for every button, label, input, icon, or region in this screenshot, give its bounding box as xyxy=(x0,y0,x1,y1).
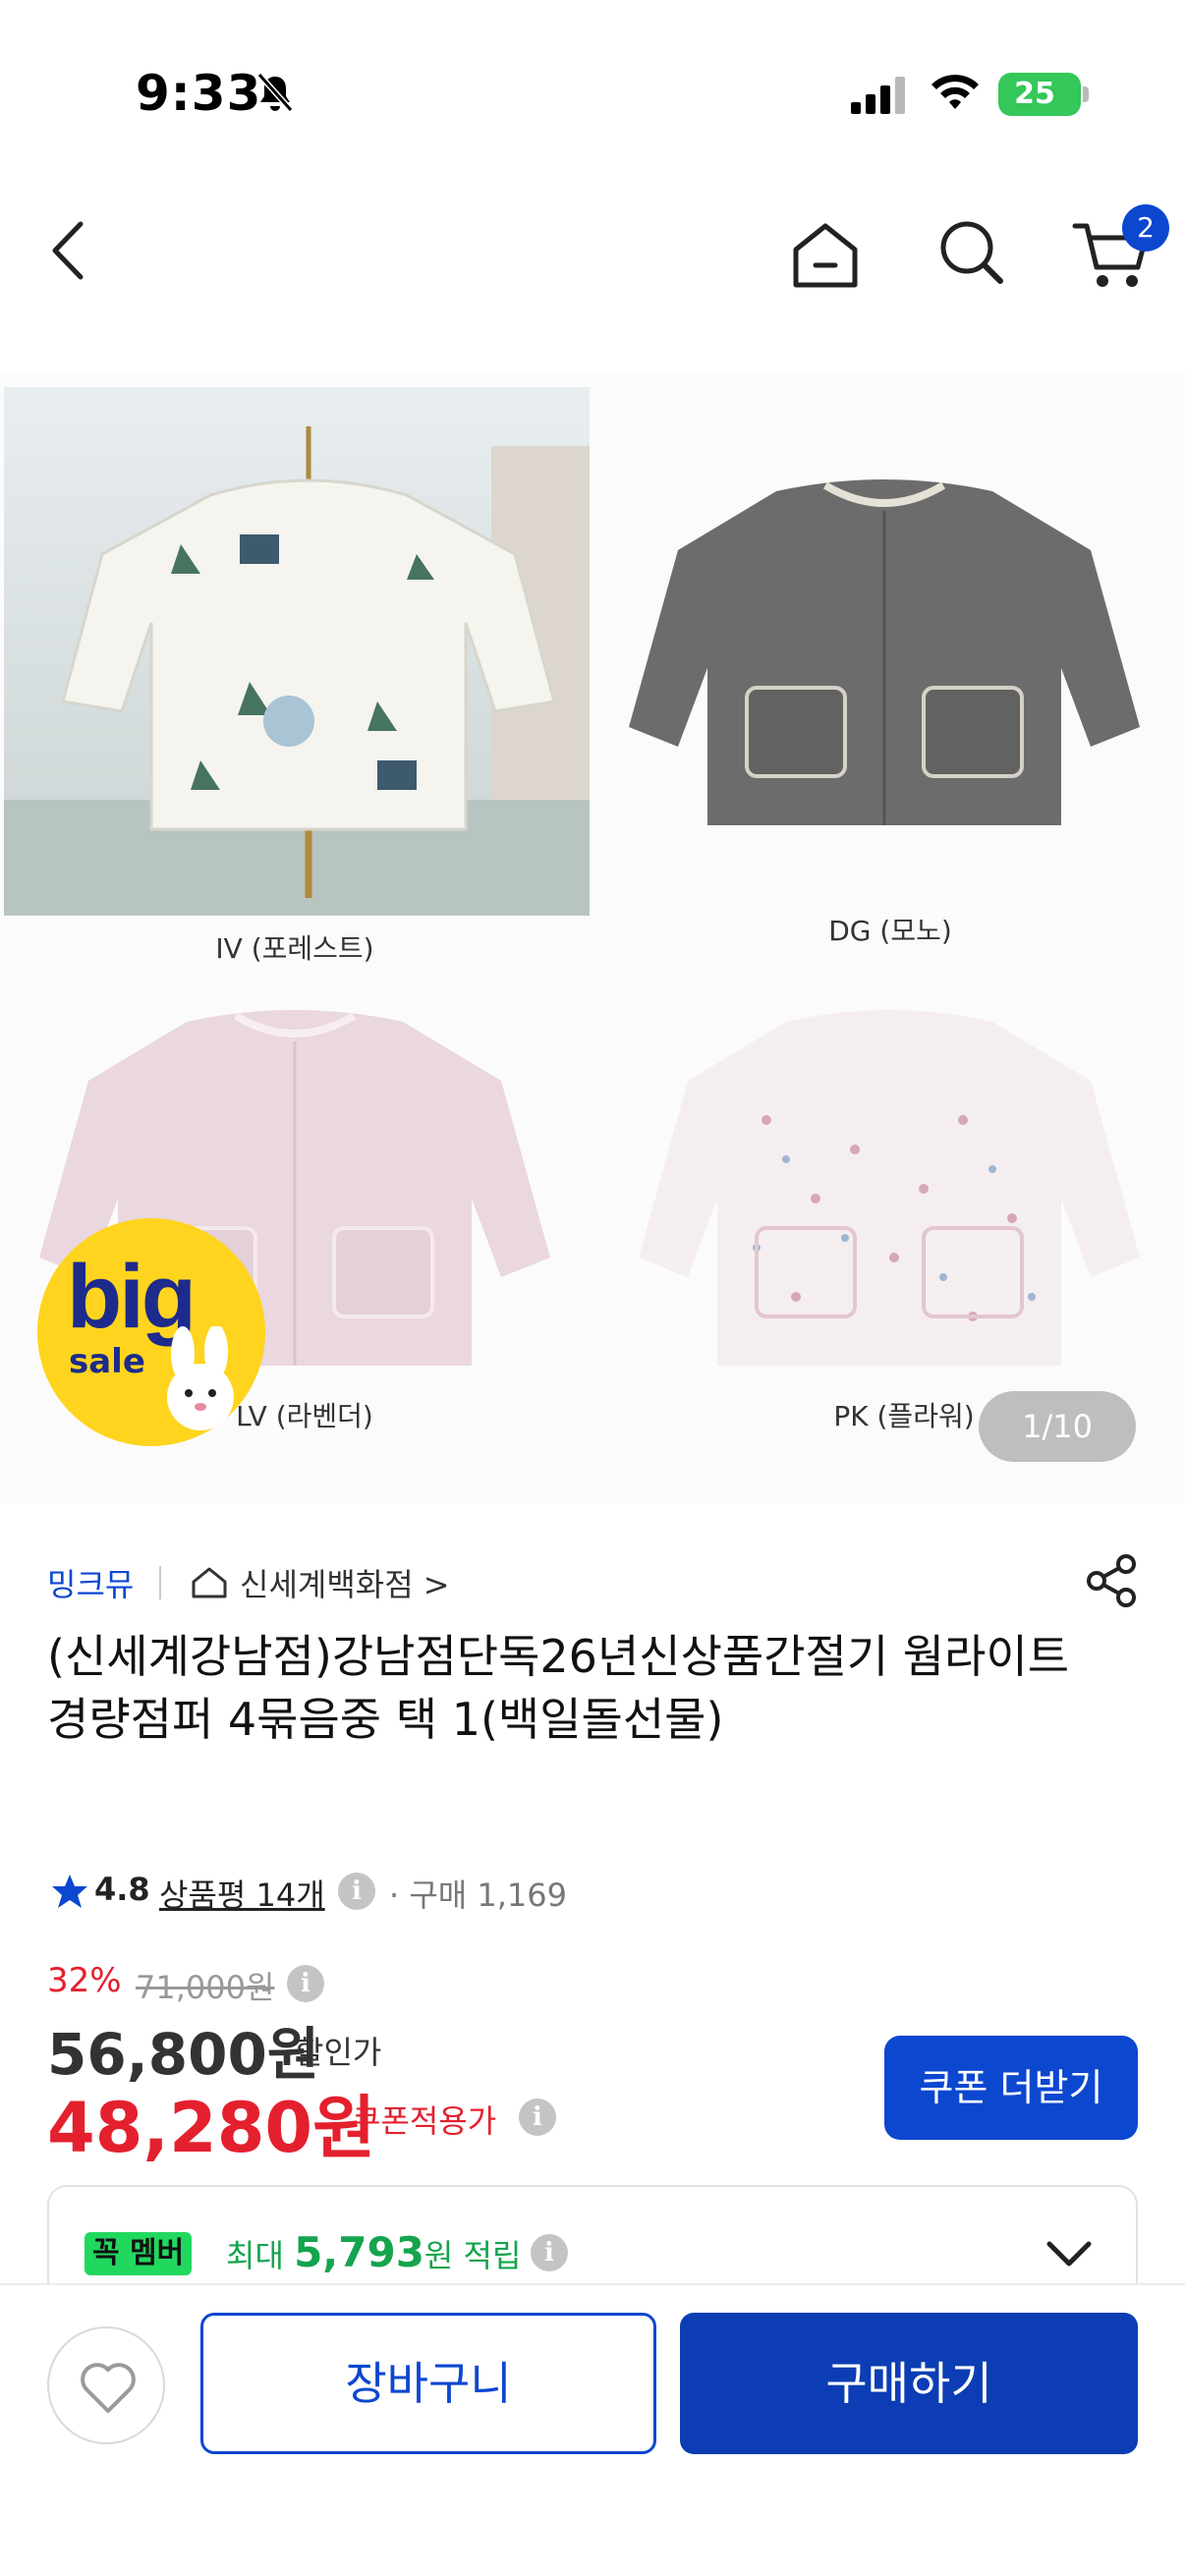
cart-count-badge: 2 xyxy=(1122,204,1169,252)
price-info-icon[interactable]: i xyxy=(287,1965,324,2002)
coupon-price: 48,280원 xyxy=(47,2088,376,2168)
product-photo-mono xyxy=(629,479,1140,825)
rating-value: 4.8 xyxy=(94,1871,150,1908)
sale-text: sale xyxy=(69,1342,145,1381)
divider xyxy=(159,1566,161,1599)
brand-row: 밍크뮤 신세계백화점 > xyxy=(47,1552,1138,1611)
discount-percent: 32% xyxy=(47,1961,122,2000)
discount-row: 32% 71,000원 i xyxy=(47,1957,637,2006)
back-icon[interactable] xyxy=(39,216,98,285)
bell-off-icon xyxy=(256,73,294,112)
coupon-info-icon[interactable]: i xyxy=(519,2099,556,2136)
wishlist-button[interactable] xyxy=(47,2326,165,2444)
battery-icon: 25 xyxy=(998,73,1089,116)
buy-now-button[interactable]: 구매하기 xyxy=(680,2313,1138,2454)
purchase-count: · 구매 1,169 xyxy=(389,1876,568,1914)
star-icon xyxy=(52,1875,87,1908)
member-logo: 꼭 멤버 xyxy=(85,2232,193,2275)
product-photo-flower xyxy=(639,1010,1140,1366)
signal-icon xyxy=(851,77,905,114)
coupon-price-label: 쿠폰적용가 xyxy=(352,2102,497,2140)
member-reward-text: 최대 5,793원 적립 xyxy=(226,2228,521,2276)
variant-label-iv: IV (포레스트) xyxy=(215,932,374,965)
bunny-icon xyxy=(167,1326,234,1430)
chevron-down-icon[interactable] xyxy=(1044,2234,1095,2273)
store-home-icon xyxy=(192,1567,227,1598)
add-to-cart-button[interactable]: 장바구니 xyxy=(200,2313,656,2454)
battery-level: 25 xyxy=(1014,77,1055,111)
member-reward-amount: 5,793 xyxy=(294,2228,424,2276)
search-icon[interactable] xyxy=(931,212,1010,291)
review-count-link[interactable]: 상품평 14개 xyxy=(159,1871,325,1916)
sale-price-label: 할인가 xyxy=(295,2034,382,2071)
original-price: 71,000원 xyxy=(136,1969,275,2006)
member-reward-suffix: 원 적립 xyxy=(423,2237,522,2274)
variant-label-dg: DG (모노) xyxy=(828,915,952,947)
home-icon[interactable] xyxy=(786,216,865,295)
status-bar: 9:33 25 xyxy=(0,0,1185,157)
get-more-coupons-button[interactable]: 쿠폰 더받기 xyxy=(884,2036,1138,2140)
wifi-icon xyxy=(931,75,979,109)
brand-link[interactable]: 밍크뮤 xyxy=(47,1560,134,1605)
member-info-icon[interactable]: i xyxy=(531,2234,568,2271)
big-sale-badge[interactable]: big sale xyxy=(37,1218,265,1446)
status-time: 9:33 xyxy=(136,65,262,122)
member-reward-prefix: 최대 xyxy=(226,2237,295,2274)
product-title: (신세계강남점)강남점단독26년신상품간절기 웜라이트 경량점퍼 4묶음중 택 … xyxy=(47,1630,1070,1746)
image-counter: 1/10 xyxy=(979,1391,1136,1462)
heart-icon xyxy=(81,2363,136,2413)
share-icon[interactable] xyxy=(1083,1552,1140,1609)
product-image-gallery[interactable]: IV (포레스트) DG (모노) LV (라벤더) PK (플라워) big … xyxy=(0,373,1185,1503)
top-nav xyxy=(0,177,1185,324)
product-photo-forest xyxy=(4,387,590,916)
sale-price-row: 56,800원 할인가 xyxy=(47,2008,735,2088)
bottom-action-bar: 장바구니 구매하기 xyxy=(0,2283,1185,2576)
coupon-price-row: 48,280원 쿠폰적용가 i xyxy=(47,2073,735,2168)
info-icon[interactable]: i xyxy=(338,1873,375,1910)
rating-row: 4.8 상품평 14개 i · 구매 1,169 xyxy=(47,1863,931,1918)
store-link[interactable]: 신세계백화점 > xyxy=(240,1560,450,1605)
